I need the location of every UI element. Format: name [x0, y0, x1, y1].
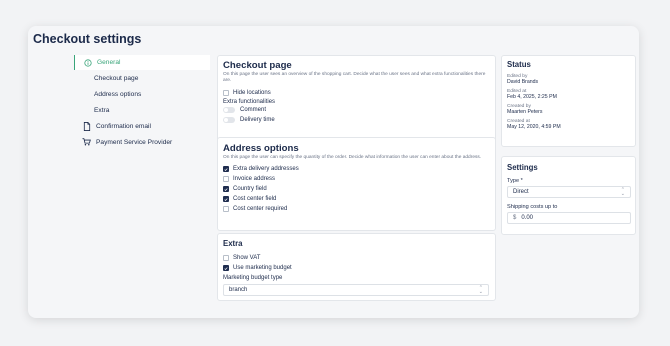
- currency-symbol: $: [513, 215, 517, 221]
- delivery-time-label: Delivery time: [240, 117, 275, 123]
- sidebar-item-general[interactable]: General: [74, 55, 210, 70]
- edited-at-value: Feb 4, 2025, 2:25 PM: [507, 94, 557, 100]
- address-option-checkbox[interactable]: [223, 176, 229, 182]
- status-title: Status: [507, 60, 531, 69]
- address-options-title: Address options: [223, 143, 299, 154]
- address-option-label: Cost center field: [233, 196, 277, 202]
- sidebar-item-label: Extra: [94, 106, 110, 114]
- sidebar-item-payment-provider[interactable]: Payment Service Provider: [74, 134, 210, 150]
- document-icon: [82, 121, 91, 131]
- checkout-page-description: On this page the user sees an overview o…: [223, 72, 486, 83]
- address-option-label: Country field: [233, 186, 267, 192]
- sidebar-item-label: General: [97, 59, 121, 66]
- marketing-budget-type-value: branch: [229, 287, 248, 293]
- address-option-label: Invoice address: [233, 176, 276, 182]
- show-vat-label: Show VAT: [233, 255, 261, 261]
- check-icon: [224, 167, 228, 171]
- type-select[interactable]: Direct ⌃ ⌄: [507, 186, 631, 198]
- hide-locations-row[interactable]: Hide locations: [223, 88, 489, 98]
- hide-locations-checkbox[interactable]: [223, 90, 229, 96]
- use-marketing-budget-checkbox[interactable]: [223, 265, 229, 271]
- info-icon: [83, 58, 92, 67]
- settings-title: Settings: [507, 163, 538, 172]
- extra-title: Extra: [223, 239, 243, 248]
- address-option-row[interactable]: Cost center required: [223, 204, 489, 214]
- sidebar-item-extra[interactable]: Extra: [74, 102, 210, 118]
- extra-card: Extra Show VAT Use marketing budget Mark…: [217, 233, 496, 301]
- address-option-checkbox[interactable]: [223, 206, 229, 212]
- delivery-time-row[interactable]: Delivery time: [223, 115, 489, 125]
- type-value: Direct: [513, 189, 529, 195]
- address-option-checkbox[interactable]: [223, 166, 229, 172]
- use-marketing-budget-row[interactable]: Use marketing budget: [223, 263, 489, 273]
- show-vat-checkbox[interactable]: [223, 255, 229, 261]
- comment-row[interactable]: Comment: [223, 105, 489, 115]
- sidebar-item-label: Checkout page: [94, 74, 139, 82]
- shipping-costs-input[interactable]: $ 0.00: [507, 212, 631, 224]
- sidebar-item-label: Address options: [94, 90, 142, 98]
- check-icon: [224, 187, 228, 191]
- address-option-label: Cost center required: [233, 206, 288, 212]
- address-option-row[interactable]: Invoice address: [223, 174, 489, 184]
- comment-toggle[interactable]: [223, 107, 235, 113]
- address-option-row[interactable]: Country field: [223, 184, 489, 194]
- edited-by-value: David Brands: [507, 79, 539, 85]
- type-label: Type *: [507, 178, 523, 184]
- sidebar-nav: General Checkout page Address options Ex…: [74, 55, 210, 150]
- sidebar-item-label: Payment Service Provider: [96, 138, 173, 146]
- settings-window: Checkout settings General Checkout page …: [28, 26, 639, 318]
- sidebar-item-checkout-page[interactable]: Checkout page: [74, 70, 210, 86]
- sidebar-item-confirmation-email[interactable]: Confirmation email: [74, 118, 210, 134]
- sidebar-item-label: Confirmation email: [96, 122, 151, 130]
- address-option-checkbox[interactable]: [223, 196, 229, 202]
- address-options-card: Address options On this page the user ca…: [217, 137, 496, 231]
- address-options-list: Extra delivery addresses Invoice address C…: [223, 164, 489, 214]
- created-by-value: Maarten Peters: [507, 109, 543, 115]
- chevron-updown-icon: ⌃ ⌄: [620, 187, 625, 197]
- sidebar-item-address-options[interactable]: Address options: [74, 86, 210, 102]
- chevron-updown-icon: ⌃ ⌄: [478, 285, 483, 295]
- show-vat-row[interactable]: Show VAT: [223, 253, 489, 263]
- address-option-row[interactable]: Extra delivery addresses: [223, 164, 489, 174]
- address-option-row[interactable]: Cost center field: [223, 194, 489, 204]
- address-option-label: Extra delivery addresses: [233, 166, 299, 172]
- shipping-costs-label: Shipping costs up to: [507, 204, 558, 210]
- marketing-budget-type-label: Marketing budget type: [223, 275, 283, 281]
- created-at-value: May 12, 2020, 4:59 PM: [507, 124, 561, 130]
- address-option-checkbox[interactable]: [223, 186, 229, 192]
- page-title: Checkout settings: [33, 32, 142, 46]
- check-icon: [224, 197, 228, 201]
- delivery-time-toggle[interactable]: [223, 117, 235, 123]
- address-options-description: On this page the user can specify the qu…: [223, 155, 482, 160]
- hide-locations-label: Hide locations: [233, 90, 271, 96]
- shipping-costs-value: 0.00: [521, 215, 534, 221]
- checkout-page-title: Checkout page: [223, 60, 292, 71]
- comment-label: Comment: [240, 107, 267, 113]
- marketing-budget-type-select[interactable]: branch ⌃ ⌄: [223, 284, 489, 296]
- status-card: Status Edited by David Brands Edited at …: [501, 55, 636, 147]
- check-icon: [224, 266, 228, 270]
- use-marketing-budget-label: Use marketing budget: [233, 265, 292, 271]
- settings-card: Settings Type * Direct ⌃ ⌄ Shipping costs…: [501, 156, 636, 235]
- cart-icon: [82, 138, 91, 147]
